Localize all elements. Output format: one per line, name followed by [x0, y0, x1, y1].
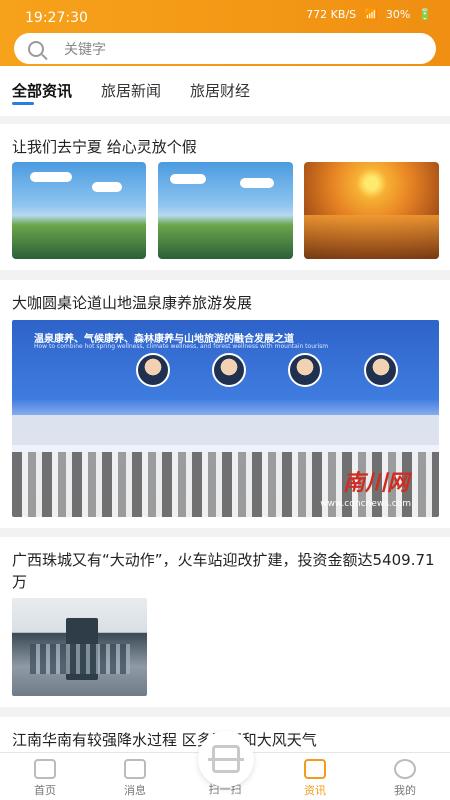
- scan-line: [208, 758, 244, 761]
- status-time: 19:27:30: [25, 10, 88, 26]
- tab-travel-news[interactable]: 旅居新闻: [101, 80, 161, 101]
- nav-messages[interactable]: 消息: [100, 759, 170, 798]
- wifi-icon: 📶: [364, 8, 378, 21]
- battery-text: 30%: [385, 8, 411, 21]
- nav-profile-label: 我的: [394, 784, 416, 797]
- nav-news[interactable]: 资讯: [280, 759, 350, 798]
- tab-travel-finance[interactable]: 旅居财经: [190, 80, 250, 101]
- status-bar: 19:27:30 772 KB/S 📶 30% 🔋: [0, 0, 450, 28]
- nav-home-label: 首页: [34, 784, 56, 797]
- speaker-avatar: [364, 353, 398, 387]
- top-bar: 19:27:30 772 KB/S 📶 30% 🔋 关键字: [0, 0, 450, 66]
- network-speed: 772 KB/S: [306, 8, 357, 21]
- bell-icon: [124, 759, 146, 779]
- battery-icon: 🔋: [418, 8, 432, 21]
- watermark-logo: 南川网: [342, 471, 409, 496]
- article-image[interactable]: [158, 162, 293, 259]
- cloud-shape: [30, 172, 72, 182]
- cloud-shape: [170, 174, 206, 184]
- watermark-url: www.cqncnews.com: [320, 499, 411, 509]
- search-placeholder[interactable]: 关键字: [64, 39, 106, 59]
- speaker-avatar: [288, 353, 322, 387]
- speaker-avatar: [212, 353, 246, 387]
- active-tab-indicator: [12, 102, 34, 105]
- article-title[interactable]: 广西珠城又有“大动作”，火车站迎改扩建，投资金额达5409.71万: [12, 549, 442, 593]
- article-image-building[interactable]: [12, 598, 147, 696]
- nav-profile[interactable]: 我的: [370, 759, 440, 798]
- cloud-shape: [92, 182, 122, 192]
- scan-button[interactable]: [198, 731, 254, 787]
- article-card[interactable]: 让我们去宁夏 给心灵放个假: [0, 124, 450, 270]
- nav-news-label: 资讯: [304, 784, 326, 797]
- article-title[interactable]: 大咖圆桌论道山地温泉康养旅游发展: [12, 292, 252, 314]
- speaker-avatar: [136, 353, 170, 387]
- article-image[interactable]: [12, 162, 146, 259]
- building-tower: [66, 618, 98, 680]
- status-right: 772 KB/S 📶 30% 🔋: [306, 8, 432, 21]
- water-reflection: [304, 215, 439, 259]
- tab-all-news[interactable]: 全部资讯: [12, 80, 72, 101]
- article-image-conference[interactable]: 温泉康养、气候康养、森林康养与山地旅游的融合发展之道 How to combin…: [12, 320, 439, 517]
- image-subheadline: How to combine hot spring wellness, clim…: [34, 343, 329, 350]
- user-icon: [394, 759, 416, 779]
- article-title[interactable]: 让我们去宁夏 给心灵放个假: [12, 136, 197, 158]
- nav-home[interactable]: 首页: [10, 759, 80, 798]
- article-image[interactable]: [304, 162, 439, 259]
- stage-area: [12, 415, 439, 445]
- home-icon: [34, 759, 56, 779]
- news-tabs: 全部资讯 旅居新闻 旅居财经: [0, 66, 450, 116]
- search-bar[interactable]: 关键字: [14, 33, 436, 64]
- cloud-shape: [240, 178, 274, 188]
- news-icon: [304, 759, 326, 779]
- nav-messages-label: 消息: [124, 784, 146, 797]
- search-icon: [28, 40, 44, 57]
